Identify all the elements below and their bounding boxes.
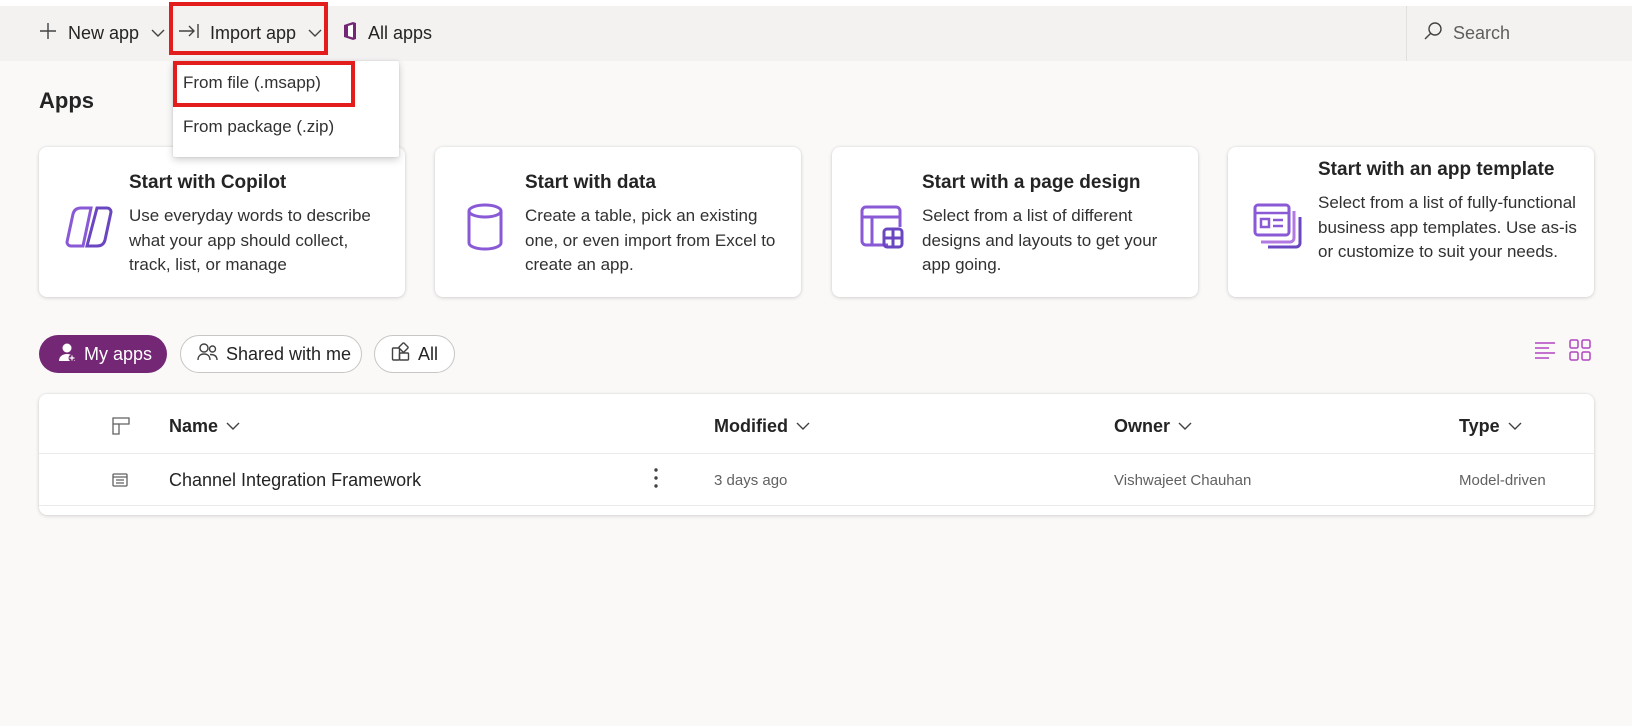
column-header-label: Modified [714,415,788,436]
page-design-icon [854,199,910,255]
owner-cell: Vishwajeet Chauhan [1114,472,1252,489]
new-app-label: New app [68,23,140,43]
card-title: Start with an app template [1318,159,1555,180]
card-description: Select from a list of fully-functional b… [1318,193,1577,261]
column-header-label: Type [1459,415,1500,436]
command-bar: New app Import app All apps Search [0,6,1632,61]
column-header-modified[interactable]: Modified [714,414,810,438]
import-app-label: Import app [210,23,297,43]
database-icon [457,199,513,255]
column-header-owner[interactable]: Owner [1114,414,1192,438]
apps-table: Name Modified Owner Type Channel Integra… [39,394,1594,515]
shared-with-me-label: Shared with me [226,343,352,364]
card-description: Select from a list of different designs … [922,206,1158,274]
all-filter[interactable]: All [374,335,455,373]
chevron-down-icon [308,29,322,38]
from-file-msapp-menu-item[interactable]: From file (.msapp) [173,61,399,105]
chevron-down-icon [226,422,240,431]
start-with-data-card[interactable]: Start with data Create a table, pick an … [435,147,801,297]
column-header-type[interactable]: Type [1459,414,1522,438]
card-title: Start with data [525,172,656,193]
card-description: Create a table, pick an existing one, or… [525,206,776,274]
shared-with-me-filter[interactable]: Shared with me [180,335,362,373]
all-apps-label: All apps [368,23,433,43]
search-placeholder: Search [1453,23,1511,43]
app-page: New app Import app All apps Search Apps … [0,2,1632,726]
start-with-app-template-card[interactable]: Start with an app template Select from a… [1228,147,1594,297]
chevron-down-icon [1508,422,1522,431]
start-with-page-design-card[interactable]: Start with a page design Select from a l… [832,147,1198,297]
column-header-label: Owner [1114,415,1171,436]
list-view-button[interactable] [1531,338,1559,366]
plus-icon [38,21,58,46]
model-driven-app-icon [112,473,128,492]
app-template-icon [1250,199,1306,255]
import-app-button[interactable]: Import app [178,6,322,61]
office-icon [342,21,358,46]
card-description: Use everyday words to describe what your… [129,206,371,274]
more-options-button[interactable] [644,454,668,507]
modified-cell: 3 days ago [714,472,788,489]
apps-icon [391,341,411,367]
all-label: All [418,343,439,364]
app-type-icon [112,417,130,440]
import-app-menu: From file (.msapp) From package (.zip) [173,61,399,157]
copilot-icon [61,199,117,255]
import-arrow-icon [178,22,200,45]
new-app-button[interactable]: New app [38,6,165,61]
search-icon [1423,21,1443,46]
column-header-label: Name [169,415,219,436]
from-package-zip-menu-item[interactable]: From package (.zip) [173,105,399,149]
card-title: Start with Copilot [129,172,287,193]
card-title: Start with a page design [922,172,1141,193]
chevron-down-icon [796,422,810,431]
my-apps-filter[interactable]: My apps [39,335,167,373]
chevron-down-icon [1178,422,1192,431]
table-row[interactable]: Channel Integration Framework 3 days ago… [39,453,1594,506]
page-title: Apps [39,88,94,113]
search-input[interactable]: Search [1406,6,1632,61]
my-apps-label: My apps [84,343,153,364]
app-name-cell[interactable]: Channel Integration Framework [169,454,421,507]
person-icon [57,342,77,367]
chevron-down-icon [151,29,165,38]
column-header-name[interactable]: Name [169,414,240,438]
all-apps-button[interactable]: All apps [342,6,432,61]
list-view-icon [1534,341,1556,364]
start-with-copilot-card[interactable]: Start with Copilot Use everyday words to… [39,147,405,297]
grid-view-icon [1569,338,1591,366]
more-vertical-icon [654,468,658,493]
people-icon [197,342,219,367]
grid-view-button[interactable] [1566,338,1594,366]
type-cell: Model-driven [1459,472,1546,489]
